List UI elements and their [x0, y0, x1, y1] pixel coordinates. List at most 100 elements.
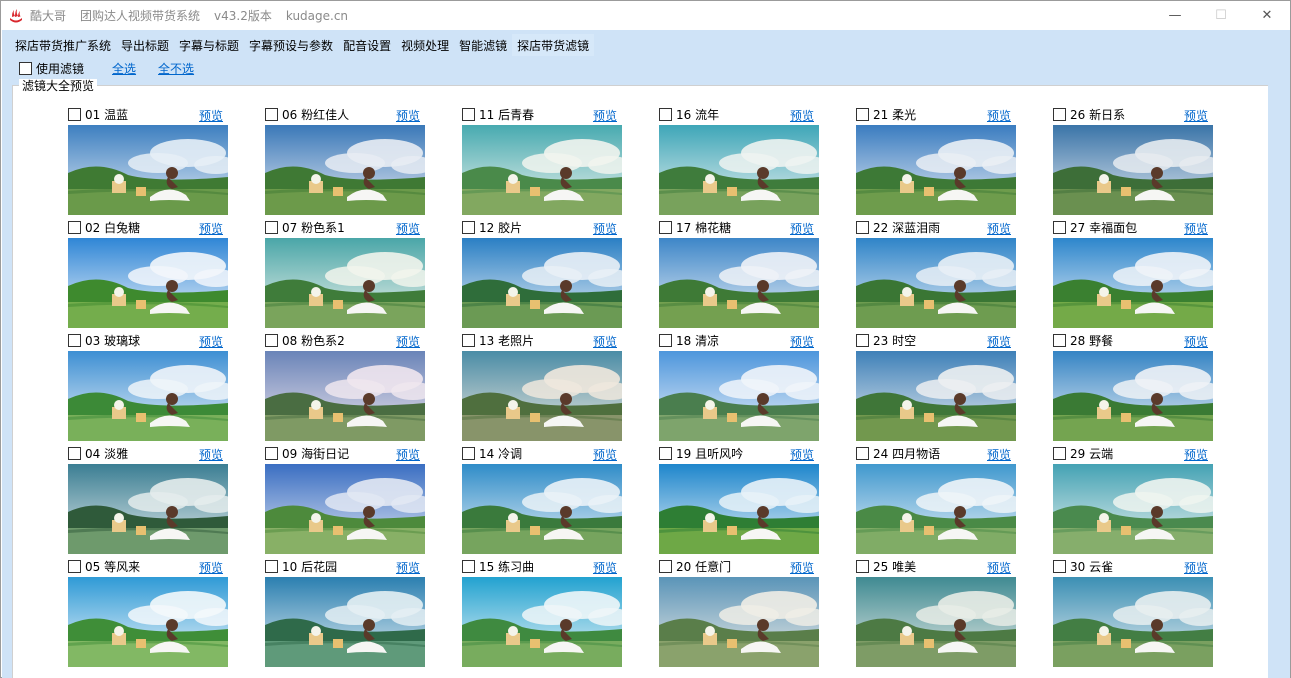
filter-preview-link[interactable]: 预览 [1184, 333, 1208, 350]
filter-thumbnail[interactable] [265, 464, 425, 554]
filter-preview-link[interactable]: 预览 [396, 333, 420, 350]
filter-checkbox[interactable] [1053, 559, 1066, 573]
filter-thumbnail[interactable] [659, 351, 819, 441]
filter-preview-link[interactable]: 预览 [199, 107, 223, 124]
filter-checkbox[interactable] [856, 107, 869, 121]
filter-preview-link[interactable]: 预览 [790, 446, 814, 463]
filter-thumbnail[interactable] [265, 238, 425, 328]
filter-checkbox[interactable] [68, 446, 81, 460]
filter-preview-link[interactable]: 预览 [1184, 559, 1208, 576]
filter-preview-link[interactable]: 预览 [593, 446, 617, 463]
filter-thumbnail[interactable] [1053, 464, 1213, 554]
filter-thumbnail[interactable] [856, 351, 1016, 441]
filter-preview-link[interactable]: 预览 [396, 446, 420, 463]
filter-checkbox[interactable] [659, 333, 672, 347]
tab-6[interactable]: 视频处理 [396, 34, 455, 56]
filter-preview-link[interactable]: 预览 [593, 107, 617, 124]
select-none-link[interactable]: 全不选 [158, 60, 194, 77]
filter-thumbnail[interactable] [68, 125, 228, 215]
filter-checkbox[interactable] [265, 220, 278, 234]
filter-thumbnail[interactable] [265, 577, 425, 667]
filter-checkbox[interactable] [659, 107, 672, 121]
filter-preview-link[interactable]: 预览 [987, 220, 1011, 237]
tab-4[interactable]: 字幕预设与参数 [244, 34, 339, 56]
filter-checkbox[interactable] [265, 333, 278, 347]
filter-checkbox[interactable] [856, 333, 869, 347]
filter-checkbox[interactable] [856, 559, 869, 573]
filter-checkbox[interactable] [68, 107, 81, 121]
filter-checkbox[interactable] [1053, 107, 1066, 121]
filter-preview-link[interactable]: 预览 [199, 220, 223, 237]
filter-preview-link[interactable]: 预览 [790, 333, 814, 350]
filter-checkbox[interactable] [462, 446, 475, 460]
filter-preview-link[interactable]: 预览 [396, 107, 420, 124]
filter-preview-link[interactable]: 预览 [1184, 107, 1208, 124]
filter-thumbnail[interactable] [68, 577, 228, 667]
close-button[interactable]: ✕ [1244, 1, 1290, 30]
filter-thumbnail[interactable] [462, 238, 622, 328]
filter-preview-link[interactable]: 预览 [987, 446, 1011, 463]
filter-preview-link[interactable]: 预览 [199, 559, 223, 576]
filter-checkbox[interactable] [68, 559, 81, 573]
tab-8[interactable]: 探店带货滤镜 [512, 34, 595, 56]
filter-thumbnail[interactable] [659, 125, 819, 215]
filter-thumbnail[interactable] [68, 351, 228, 441]
filter-thumbnail[interactable] [68, 238, 228, 328]
tab-3[interactable]: 字幕与标题 [174, 34, 245, 56]
filter-thumbnail[interactable] [265, 351, 425, 441]
filter-checkbox[interactable] [856, 220, 869, 234]
tab-5[interactable]: 配音设置 [338, 34, 397, 56]
filter-preview-link[interactable]: 预览 [1184, 220, 1208, 237]
filter-thumbnail[interactable] [1053, 125, 1213, 215]
filter-preview-link[interactable]: 预览 [790, 107, 814, 124]
filter-preview-link[interactable]: 预览 [396, 559, 420, 576]
filter-checkbox[interactable] [1053, 446, 1066, 460]
filter-checkbox[interactable] [659, 220, 672, 234]
filter-checkbox[interactable] [462, 333, 475, 347]
filter-checkbox[interactable] [462, 107, 475, 121]
filter-thumbnail[interactable] [856, 238, 1016, 328]
filter-checkbox[interactable] [265, 559, 278, 573]
filter-checkbox[interactable] [462, 220, 475, 234]
filter-preview-link[interactable]: 预览 [1184, 446, 1208, 463]
filter-thumbnail[interactable] [462, 125, 622, 215]
tab-2[interactable]: 导出标题 [116, 34, 175, 56]
filter-preview-link[interactable]: 预览 [593, 220, 617, 237]
filter-thumbnail[interactable] [659, 464, 819, 554]
filter-thumbnail[interactable] [462, 577, 622, 667]
filter-checkbox[interactable] [265, 446, 278, 460]
filter-checkbox[interactable] [1053, 333, 1066, 347]
filter-preview-link[interactable]: 预览 [987, 559, 1011, 576]
filter-checkbox[interactable] [68, 220, 81, 234]
filter-thumbnail[interactable] [659, 577, 819, 667]
tab-7[interactable]: 智能滤镜 [454, 34, 513, 56]
tab-1[interactable]: 探店带货推广系统 [10, 34, 117, 56]
filter-checkbox[interactable] [265, 107, 278, 121]
filter-thumbnail[interactable] [1053, 238, 1213, 328]
filter-thumbnail[interactable] [856, 577, 1016, 667]
filter-thumbnail[interactable] [659, 238, 819, 328]
filter-thumbnail[interactable] [856, 125, 1016, 215]
filter-checkbox[interactable] [659, 446, 672, 460]
use-filter-checkbox[interactable] [19, 61, 32, 75]
filter-checkbox[interactable] [68, 333, 81, 347]
filter-thumbnail[interactable] [462, 464, 622, 554]
filter-thumbnail[interactable] [1053, 351, 1213, 441]
filter-preview-link[interactable]: 预览 [199, 333, 223, 350]
filter-preview-link[interactable]: 预览 [987, 107, 1011, 124]
filter-thumbnail[interactable] [856, 464, 1016, 554]
filter-preview-link[interactable]: 预览 [790, 220, 814, 237]
filter-preview-link[interactable]: 预览 [987, 333, 1011, 350]
filter-checkbox[interactable] [1053, 220, 1066, 234]
filter-preview-link[interactable]: 预览 [396, 220, 420, 237]
filter-thumbnail[interactable] [1053, 577, 1213, 667]
filter-thumbnail[interactable] [265, 125, 425, 215]
filter-thumbnail[interactable] [462, 351, 622, 441]
maximize-button[interactable]: ☐ [1198, 1, 1244, 30]
filter-checkbox[interactable] [856, 446, 869, 460]
minimize-button[interactable]: — [1152, 1, 1198, 30]
select-all-link[interactable]: 全选 [112, 60, 136, 77]
filter-preview-link[interactable]: 预览 [199, 446, 223, 463]
filter-preview-link[interactable]: 预览 [593, 559, 617, 576]
filter-thumbnail[interactable] [68, 464, 228, 554]
